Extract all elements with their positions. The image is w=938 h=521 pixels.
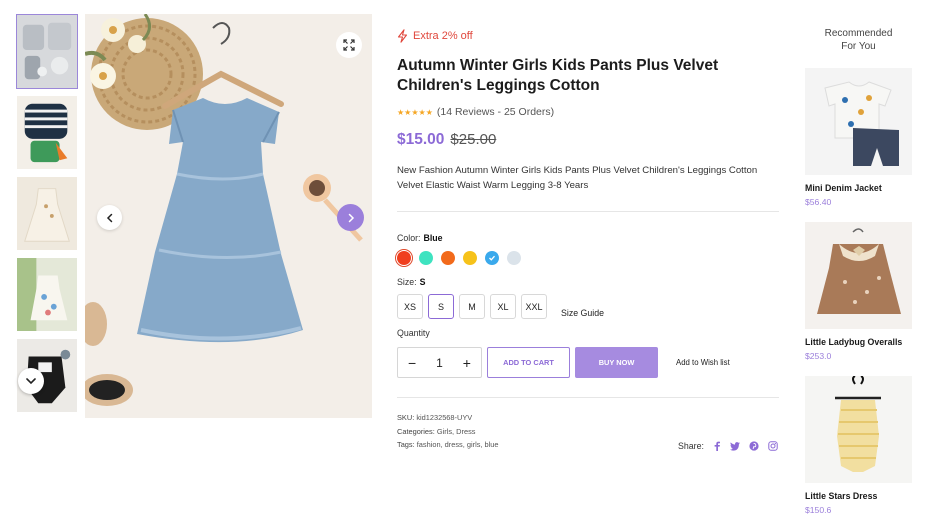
- thumbnail-gallery: [16, 14, 78, 419]
- size-option-m[interactable]: M: [459, 294, 485, 319]
- sku-label: SKU:: [397, 413, 415, 422]
- recommended-item-price: $150.6: [805, 505, 832, 515]
- decrease-quantity-button[interactable]: −: [408, 355, 416, 371]
- main-product-image: [85, 14, 372, 418]
- recommended-item-name[interactable]: Little Stars Dress: [805, 491, 912, 501]
- recommended-item-price: $253.0: [805, 351, 832, 361]
- sku-line: SKU: kid1232568-UYV: [397, 411, 779, 425]
- reviews-count[interactable]: (14 Reviews - 25 Orders): [437, 106, 554, 118]
- size-label: Size:: [397, 277, 417, 287]
- categories-value[interactable]: Girls, Dress: [437, 427, 476, 436]
- color-value: Blue: [423, 233, 443, 243]
- size-option-xs[interactable]: XS: [397, 294, 423, 319]
- recommended-heading-line2: For You: [841, 40, 876, 52]
- previous-image-button[interactable]: [97, 205, 122, 230]
- color-swatch-yellow[interactable]: [463, 251, 477, 265]
- product-title: Autumn Winter Girls Kids Pants Plus Velv…: [397, 57, 719, 94]
- pinterest-icon[interactable]: [749, 441, 759, 451]
- recommended-item-image[interactable]: [805, 376, 912, 483]
- chevron-left-icon: [106, 213, 112, 222]
- color-swatch-light-gray[interactable]: [507, 251, 521, 265]
- thumbnail-baby-outfit-set[interactable]: [16, 14, 78, 89]
- share-label: Share:: [678, 441, 704, 451]
- product-description: New Fashion Autumn Winter Girls Kids Pan…: [397, 165, 758, 191]
- promo-label: Extra 2% off: [413, 30, 473, 42]
- old-price: $25.00: [450, 131, 497, 148]
- categories-line: Categories: Girls, Dress: [397, 425, 779, 439]
- facebook-icon[interactable]: [713, 441, 721, 451]
- recommended-item[interactable]: Mini Denim Jacket $56.40: [805, 68, 912, 207]
- size-value: S: [419, 277, 426, 287]
- recommended-heading-line1: Recommended: [824, 28, 893, 39]
- size-options: XS S M XL XXL Size Guide: [397, 294, 779, 319]
- thumbnail-cream-dress[interactable]: [16, 176, 78, 251]
- expand-image-button[interactable]: [336, 32, 362, 58]
- share-bar: Share:: [678, 441, 778, 451]
- size-option-xxl[interactable]: XXL: [521, 294, 547, 319]
- lightning-icon: [397, 29, 408, 43]
- instagram-icon[interactable]: [768, 441, 778, 451]
- quantity-value[interactable]: 1: [436, 356, 443, 370]
- tags-value[interactable]: fashion, dress, girls, blue: [417, 440, 499, 449]
- color-swatches: [395, 249, 779, 267]
- add-to-cart-button[interactable]: ADD TO CART: [487, 347, 570, 378]
- chevron-down-icon: [26, 378, 36, 385]
- current-price: $15.00: [397, 131, 445, 148]
- expand-icon: [343, 39, 355, 51]
- rating-stars-icon: ★★★★★: [397, 107, 433, 117]
- thumbnail-striped-romper[interactable]: [16, 95, 78, 170]
- product-rating: ★★★★★ (14 Reviews - 25 Orders): [397, 105, 779, 119]
- thumbnail-scroll-down-button[interactable]: [18, 368, 44, 394]
- recommended-sidebar: Recommended For You Mini Denim Jacket $5…: [805, 28, 912, 515]
- size-option-xl[interactable]: XL: [490, 294, 516, 319]
- thumbnail-floral-dress[interactable]: [16, 257, 78, 332]
- price-block: $15.00 $25.00: [397, 131, 779, 151]
- quantity-stepper: − 1 +: [397, 347, 482, 378]
- color-label: Color:: [397, 233, 421, 243]
- color-swatch-orange[interactable]: [441, 251, 455, 265]
- sku-value: kid1232568-UYV: [416, 413, 473, 422]
- size-label-line: Size: S: [397, 277, 779, 287]
- recommended-item-name[interactable]: Mini Denim Jacket: [805, 183, 912, 193]
- add-to-wishlist-link[interactable]: Add to Wish list: [676, 358, 730, 367]
- quantity-label: Quantity: [397, 328, 430, 338]
- increase-quantity-button[interactable]: +: [463, 355, 471, 371]
- categories-label: Categories:: [397, 426, 435, 436]
- purchase-row: − 1 + ADD TO CART BUY NOW Add to Wish li…: [397, 347, 779, 378]
- recommended-item-image[interactable]: [805, 222, 912, 329]
- recommended-item[interactable]: Little Stars Dress $150.6: [805, 376, 912, 515]
- divider: [397, 397, 779, 398]
- product-details: Extra 2% off Autumn Winter Girls Kids Pa…: [395, 28, 779, 452]
- recommended-heading: Recommended For You: [805, 28, 912, 53]
- color-swatch-teal[interactable]: [419, 251, 433, 265]
- next-image-button[interactable]: [337, 204, 364, 231]
- recommended-item-image[interactable]: [805, 68, 912, 175]
- color-swatch-blue[interactable]: [485, 251, 499, 265]
- twitter-icon[interactable]: [729, 441, 740, 451]
- recommended-item[interactable]: Little Ladybug Overalls $253.0: [805, 222, 912, 361]
- buy-now-button[interactable]: BUY NOW: [575, 347, 658, 378]
- color-label-line: Color: Blue: [397, 233, 779, 243]
- tags-label: Tags:: [397, 440, 415, 449]
- color-swatch-red[interactable]: [395, 249, 413, 267]
- chevron-right-icon: [348, 213, 354, 222]
- recommended-item-price: $56.40: [805, 197, 832, 207]
- divider: [397, 211, 779, 212]
- size-option-s[interactable]: S: [428, 294, 454, 319]
- size-guide-link[interactable]: Size Guide: [561, 308, 604, 318]
- recommended-item-name[interactable]: Little Ladybug Overalls: [805, 337, 912, 347]
- promo-badge: Extra 2% off: [397, 28, 779, 44]
- checkmark-icon: [489, 255, 495, 261]
